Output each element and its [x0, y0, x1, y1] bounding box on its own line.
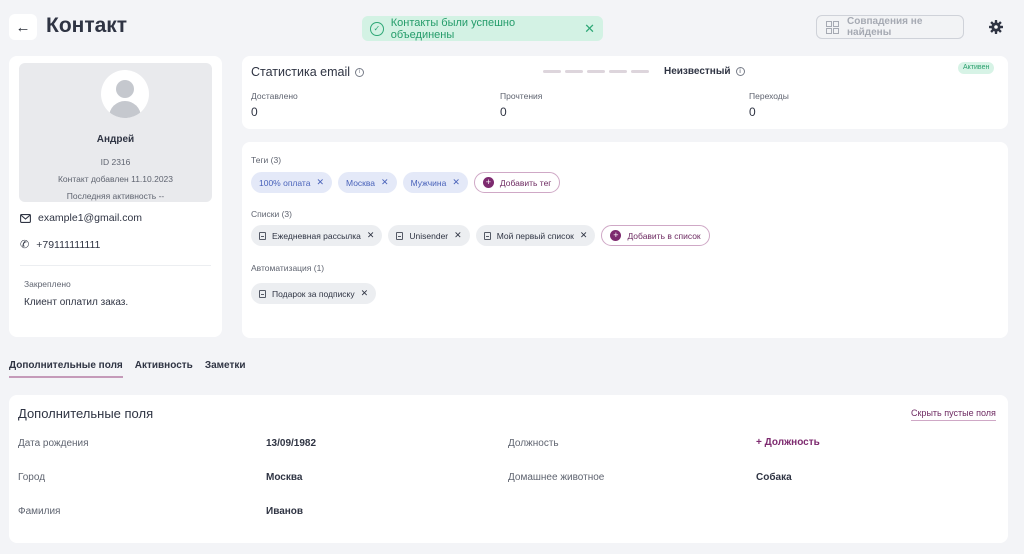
surname-value[interactable]: Иванов [266, 506, 303, 517]
pinned-note: Клиент оплатил заказ. [24, 297, 129, 308]
contact-name: Андрей [96, 134, 135, 145]
remove-icon[interactable]: ✕ [452, 177, 460, 188]
phone-row[interactable]: ✆ +79111111111 [20, 238, 101, 252]
tag-chip[interactable]: Мужчина ✕ [402, 172, 468, 193]
remove-icon[interactable]: ✕ [367, 230, 375, 241]
remove-icon[interactable]: ✕ [381, 177, 389, 188]
add-position-button[interactable]: + Должность [756, 437, 820, 448]
email-stats-card: Статистика email i Неизвестный i Активен… [242, 56, 1008, 129]
hide-empty-fields-link[interactable]: Скрыть пустые поля [911, 408, 996, 421]
list-icon [396, 231, 404, 240]
email-status: Неизвестный i [664, 66, 745, 77]
status-placeholder-dashes [543, 70, 649, 73]
city-value[interactable]: Москва [266, 472, 302, 483]
automation-icon [259, 289, 266, 298]
tab-notes[interactable]: Заметки [205, 360, 246, 378]
tab-activity[interactable]: Активность [135, 360, 193, 378]
check-circle-icon: ✓ [370, 21, 384, 36]
birthday-value[interactable]: 13/09/1982 [266, 438, 316, 449]
divider [20, 265, 211, 266]
additional-fields-card: Дополнительные поля Скрыть пустые поля Д… [9, 395, 1008, 543]
status-badge: Активен [958, 62, 995, 74]
contact-added-date: Контакт добавлен 11.10.2023 [57, 174, 174, 184]
stats-title: Статистика email i [251, 65, 364, 79]
lists-row: Ежедневная рассылка ✕ Unisender ✕ Мой пе… [251, 225, 710, 246]
contact-id: ID 2316 [100, 157, 131, 167]
add-tag-button[interactable]: + Добавить тег [473, 172, 561, 193]
toast-message: Контакты были успешно объединены [390, 16, 516, 41]
gear-icon[interactable] [988, 19, 1004, 35]
remove-icon[interactable]: ✕ [316, 177, 324, 188]
toast-close-icon[interactable]: ✕ [584, 21, 595, 37]
pet-value[interactable]: Собака [756, 472, 792, 483]
back-arrow-icon: ← [15, 18, 31, 36]
info-icon[interactable]: i [735, 67, 745, 76]
last-activity: Последняя активность -- [66, 191, 165, 201]
stat-clicks: Переходы 0 [749, 91, 789, 119]
list-chip[interactable]: Ежедневная рассылка ✕ [251, 225, 383, 246]
duplicates-button[interactable]: Совпадения не найдены [816, 15, 964, 39]
pet-label: Домашнее животное [508, 472, 605, 483]
email-value: example1@gmail.com [38, 212, 143, 224]
list-icon [483, 231, 491, 240]
back-button[interactable]: ← [9, 14, 37, 40]
page-title: Контакт [46, 14, 128, 37]
plus-icon: + [482, 177, 494, 188]
remove-icon[interactable]: ✕ [361, 288, 369, 299]
profile-card: Андрей ID 2316 Контакт добавлен 11.10.20… [9, 56, 222, 337]
tab-additional-fields[interactable]: Дополнительные поля [9, 360, 123, 378]
segments-card: Теги (3) 100% оплата ✕ Москва ✕ Мужчина … [242, 142, 1008, 338]
list-icon [259, 231, 266, 240]
automation-label: Автоматизация (1) [251, 263, 325, 273]
plus-icon: + [610, 230, 622, 241]
tags-label: Теги (3) [251, 155, 282, 165]
automation-row: Подарок за подписку ✕ [251, 283, 377, 304]
pinned-label: Закреплено [24, 279, 71, 289]
birthday-label: Дата рождения [18, 438, 89, 449]
add-to-list-button[interactable]: + Добавить в список [601, 225, 710, 246]
success-toast: ✓ Контакты были успешно объединены ✕ [362, 16, 603, 41]
merge-grid-icon [826, 20, 839, 34]
envelope-icon [20, 213, 31, 223]
position-label: Должность [508, 438, 559, 449]
city-label: Город [18, 472, 46, 483]
tag-chip[interactable]: Москва ✕ [338, 172, 397, 193]
list-chip[interactable]: Unisender ✕ [388, 225, 470, 246]
avatar [101, 70, 149, 118]
lists-label: Списки (3) [251, 209, 292, 219]
profile-header: Андрей ID 2316 Контакт добавлен 11.10.20… [19, 63, 212, 202]
remove-icon[interactable]: ✕ [580, 230, 588, 241]
remove-icon[interactable]: ✕ [454, 230, 462, 241]
stat-delivered: Доставлено 0 [251, 91, 298, 119]
tabs: Дополнительные поля Активность Заметки [9, 360, 246, 378]
phone-value: +79111111111 [36, 238, 101, 251]
stat-opens: Прочтения 0 [500, 91, 543, 119]
email-row[interactable]: example1@gmail.com [20, 212, 142, 224]
duplicates-label: Совпадения не найдены [847, 16, 923, 38]
phone-icon: ✆ [20, 239, 30, 251]
fields-title: Дополнительные поля [18, 406, 154, 421]
list-chip[interactable]: Мой первый список ✕ [475, 225, 596, 246]
tag-chip[interactable]: 100% оплата ✕ [251, 172, 333, 193]
automation-chip[interactable]: Подарок за подписку ✕ [251, 283, 377, 304]
tags-row: 100% оплата ✕ Москва ✕ Мужчина ✕ + Добав… [251, 172, 561, 193]
surname-label: Фамилия [18, 506, 61, 517]
info-icon[interactable]: i [355, 67, 364, 77]
